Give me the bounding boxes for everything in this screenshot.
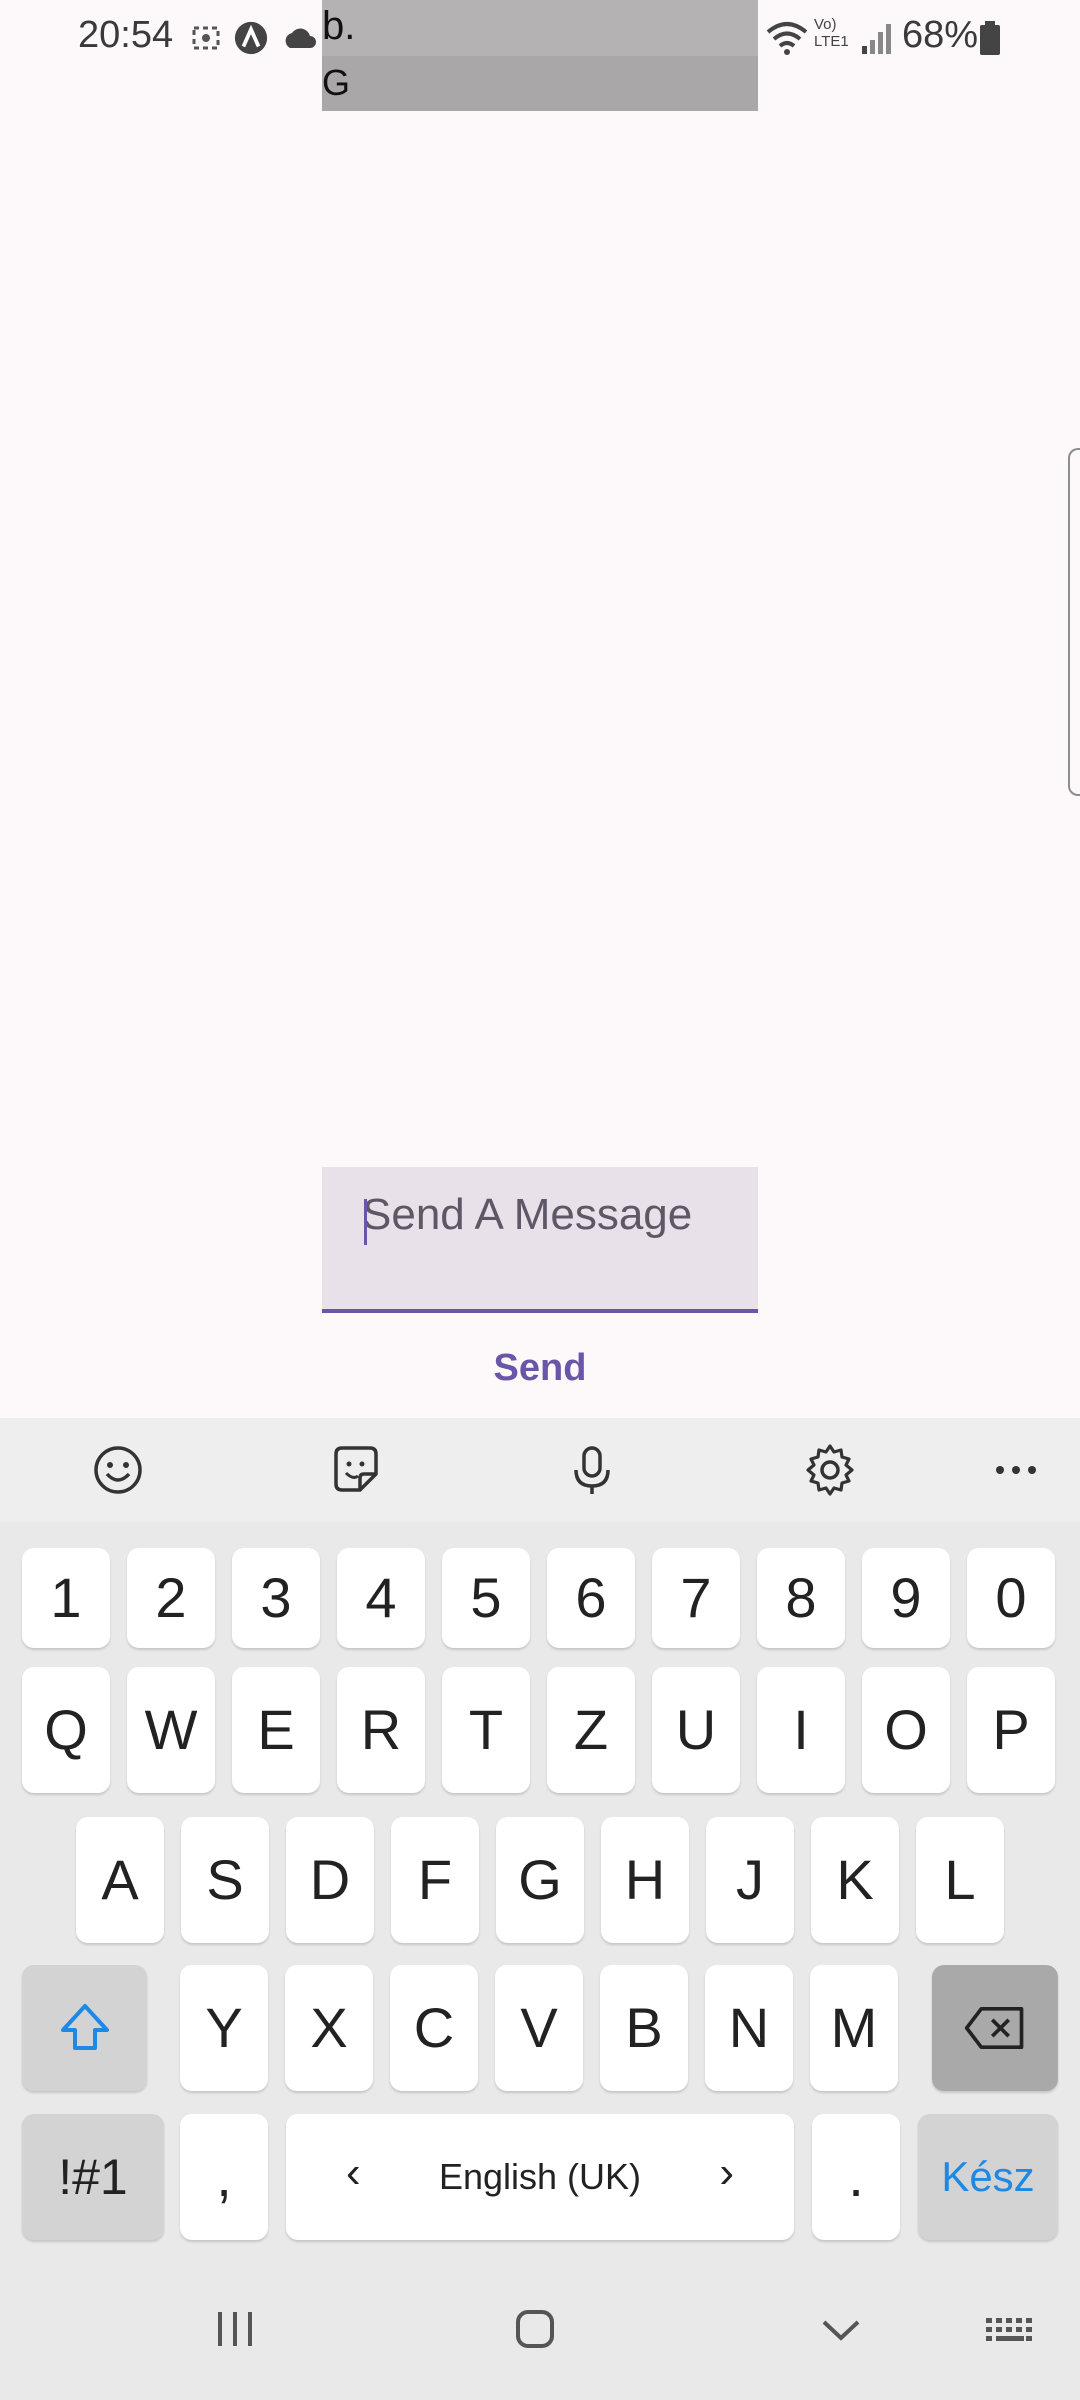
number-key[interactable]: 4: [337, 1548, 425, 1648]
letter-key[interactable]: L: [916, 1817, 1004, 1943]
letter-key[interactable]: H: [601, 1817, 689, 1943]
edge-panel-handle[interactable]: [1068, 448, 1080, 796]
letter-key[interactable]: Y: [180, 1965, 268, 2091]
status-time: 20:54: [78, 14, 174, 56]
app-logo-icon: [234, 21, 268, 55]
wifi-icon: [766, 22, 808, 55]
number-key[interactable]: 6: [547, 1548, 635, 1648]
backspace-icon: [964, 2006, 1024, 2050]
letter-key[interactable]: J: [706, 1817, 794, 1943]
letter-key[interactable]: D: [286, 1817, 374, 1943]
number-key[interactable]: 7: [652, 1548, 740, 1648]
number-key[interactable]: 8: [757, 1548, 845, 1648]
letter-key[interactable]: O: [862, 1667, 950, 1793]
letter-key[interactable]: K: [811, 1817, 899, 1943]
letter-key[interactable]: G: [496, 1817, 584, 1943]
number-key[interactable]: 9: [862, 1548, 950, 1648]
backspace-key[interactable]: [932, 1965, 1058, 2091]
number-key[interactable]: 5: [442, 1548, 530, 1648]
letter-key[interactable]: B: [600, 1965, 688, 2091]
signal-icon: [862, 24, 891, 54]
symbols-key[interactable]: !#1: [22, 2114, 164, 2240]
letter-key[interactable]: V: [495, 1965, 583, 2091]
letter-key[interactable]: A: [76, 1817, 164, 1943]
space-right-arrow-icon: ›: [719, 2148, 734, 2197]
number-key[interactable]: 0: [967, 1548, 1055, 1648]
text-cursor: [364, 1199, 367, 1245]
done-key[interactable]: Kész: [918, 2114, 1058, 2240]
letter-key[interactable]: P: [967, 1667, 1055, 1793]
settings-icon[interactable]: [800, 1440, 860, 1500]
letter-key[interactable]: E: [232, 1667, 320, 1793]
cloud-icon: [285, 28, 316, 48]
top-overlay-text-1: b.: [322, 4, 356, 48]
more-icon[interactable]: [986, 1440, 1046, 1500]
battery-icon: [980, 21, 1000, 55]
battery-percent: 68%: [902, 14, 979, 56]
keyboard-switch-icon[interactable]: [982, 2304, 1038, 2354]
period-key[interactable]: .: [812, 2114, 900, 2240]
letter-key[interactable]: Q: [22, 1667, 110, 1793]
letter-key[interactable]: M: [810, 1965, 898, 2091]
letter-key[interactable]: F: [391, 1817, 479, 1943]
volte-label: Vo) LTE1: [814, 16, 849, 50]
number-key[interactable]: 1: [22, 1548, 110, 1648]
letter-key[interactable]: I: [757, 1667, 845, 1793]
comma-key[interactable]: ,: [180, 2114, 268, 2240]
letter-key[interactable]: S: [181, 1817, 269, 1943]
message-input[interactable]: Send A Message: [322, 1167, 758, 1313]
emoji-icon[interactable]: [88, 1440, 148, 1500]
letter-key[interactable]: N: [705, 1965, 793, 2091]
navigation-bar: [0, 2280, 1080, 2400]
hide-keyboard-icon[interactable]: [816, 2304, 866, 2354]
letter-key[interactable]: T: [442, 1667, 530, 1793]
letter-key[interactable]: C: [390, 1965, 478, 2091]
number-key[interactable]: 2: [127, 1548, 215, 1648]
send-button[interactable]: Send: [322, 1338, 758, 1398]
letter-key[interactable]: R: [337, 1667, 425, 1793]
letter-key[interactable]: X: [285, 1965, 373, 2091]
screen-record-icon: [192, 26, 220, 50]
shift-key[interactable]: [22, 1965, 147, 2091]
shift-icon: [60, 2004, 109, 2050]
letter-key[interactable]: U: [652, 1667, 740, 1793]
top-overlay-block: b. G: [322, 0, 758, 111]
top-overlay-row: [322, 0, 758, 56]
sticker-icon[interactable]: [326, 1440, 386, 1500]
keyboard-toolbar: [0, 1418, 1080, 1522]
space-key[interactable]: ‹ English (UK) ›: [286, 2114, 794, 2240]
microphone-icon[interactable]: [562, 1440, 622, 1500]
space-language-label: English (UK): [438, 2156, 642, 2197]
letter-key[interactable]: W: [127, 1667, 215, 1793]
top-overlay-text-2: G: [322, 62, 351, 103]
letter-key[interactable]: Z: [547, 1667, 635, 1793]
message-placeholder: Send A Message: [362, 1190, 693, 1239]
number-key[interactable]: 3: [232, 1548, 320, 1648]
recent-apps-icon[interactable]: [210, 2304, 260, 2354]
home-icon[interactable]: [510, 2304, 560, 2354]
